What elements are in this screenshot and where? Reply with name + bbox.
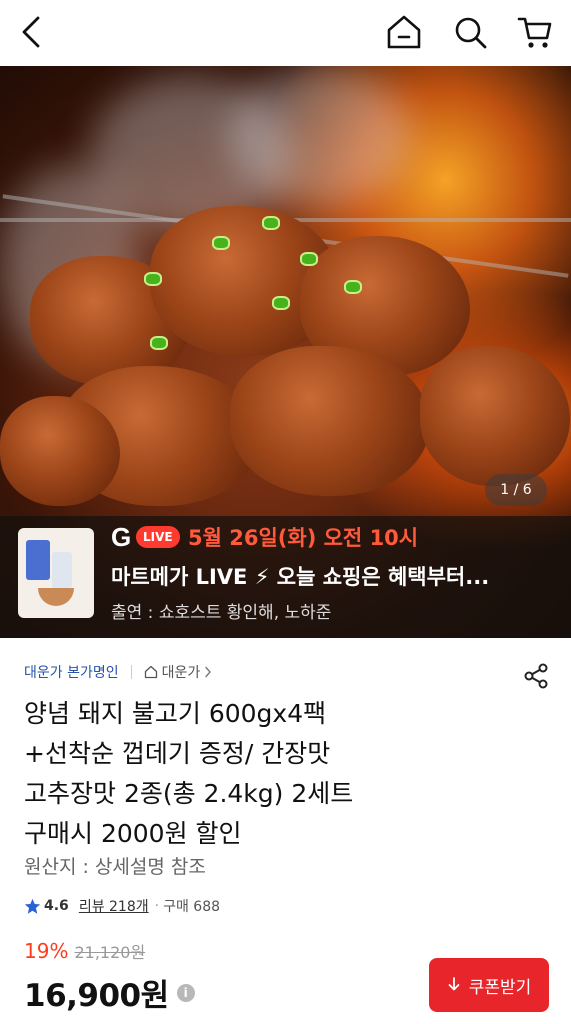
meat (0, 396, 120, 506)
star-icon (24, 898, 41, 914)
scallion (212, 236, 230, 250)
purchase-count: 구매 688 (163, 899, 221, 915)
seller-name[interactable]: 대운가 본가명인 (24, 662, 119, 682)
scallion (300, 252, 318, 266)
origin-text: 원산지 : 상세설명 참조 (24, 856, 206, 878)
top-bar (0, 0, 571, 66)
package (52, 552, 72, 588)
product-image[interactable]: 1 / 6 G LIVE 5월 26일(화) 오전 10시 마트메가 LIVE … (0, 66, 571, 638)
live-banner[interactable]: G LIVE 5월 26일(화) 오전 10시 마트메가 LIVE ⚡ 오늘 쇼… (0, 516, 571, 638)
chevron-right-icon (205, 666, 212, 678)
rating-score: 4.6 (44, 898, 69, 914)
title-line: 고추장맛 2종(총 2.4kg) 2세트 (24, 779, 354, 808)
live-host: 출연 : 쇼호스트 황인해, 노하준 (111, 603, 332, 623)
title-line: +선착순 껍데기 증정/ 간장맛 (24, 739, 331, 768)
g-logo: G (111, 522, 132, 552)
coupon-button[interactable]: 쿠폰받기 (429, 958, 549, 1012)
rating-row: 4.6 리뷰 218개 · 구매 688 (24, 896, 220, 916)
chevron-left-icon (22, 16, 40, 48)
share-button[interactable] (522, 662, 550, 690)
seller-row: 대운가 본가명인 대운가 (24, 660, 212, 684)
price-row: 16,900원 i (24, 970, 195, 1015)
discount-row: 19% 21,120원 (24, 939, 145, 963)
search-button[interactable] (450, 12, 490, 52)
scallion (150, 336, 168, 350)
original-price: 21,120원 (74, 943, 146, 962)
product-title: 양념 돼지 불고기 600gx4팩 +선착순 껍데기 증정/ 간장맛 고추장맛 … (24, 694, 524, 854)
live-badge: LIVE (136, 526, 180, 548)
smoke (230, 66, 410, 206)
sale-price: 16,900원 (24, 978, 169, 1014)
scallion (262, 216, 280, 230)
live-date: 5월 26일(화) 오전 10시 (188, 526, 419, 550)
scallion (144, 272, 162, 286)
home-outline-icon (144, 665, 157, 679)
reviews-link[interactable]: 리뷰 218개 (79, 896, 149, 916)
title-line: 구매시 2000원 할인 (24, 819, 242, 848)
live-thumbnail (18, 528, 94, 618)
cart-button[interactable] (515, 12, 555, 52)
search-icon (455, 17, 487, 49)
image-counter: 1 / 6 (485, 474, 547, 506)
coupon-label: 쿠폰받기 (468, 977, 532, 997)
scallion (344, 280, 362, 294)
scallion (272, 296, 290, 310)
share-icon (524, 663, 548, 689)
bowl (38, 588, 74, 606)
back-button[interactable] (12, 12, 52, 52)
home-icon (387, 15, 421, 49)
discount-rate: 19% (24, 939, 69, 963)
brand-name: 대운가 (161, 665, 201, 681)
brand-link[interactable]: 대운가 (144, 662, 213, 682)
home-button[interactable] (384, 12, 424, 52)
meat (420, 346, 570, 486)
title-line: 양념 돼지 불고기 600gx4팩 (24, 699, 327, 728)
live-title: 마트메가 LIVE ⚡ 오늘 쇼핑은 혜택부터... (111, 565, 490, 589)
divider (130, 665, 132, 679)
info-icon[interactable]: i (176, 983, 195, 1002)
cart-icon (517, 17, 552, 48)
package (26, 540, 50, 580)
separator-dot: · (154, 898, 160, 914)
download-arrow-icon (448, 977, 460, 991)
